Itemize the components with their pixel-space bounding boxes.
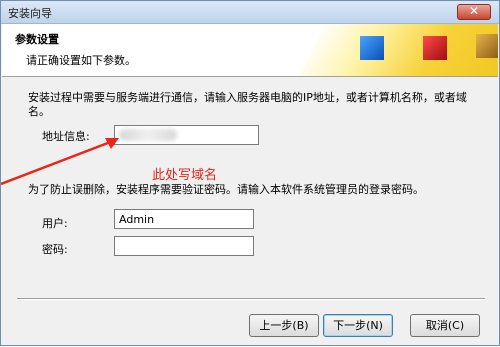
footer-divider <box>17 298 485 300</box>
cancel-button[interactable]: 取消(C) <box>410 314 480 337</box>
user-label: 用户: <box>42 217 68 230</box>
next-button[interactable]: 下一步(N) <box>323 314 393 337</box>
installer-window: 安装向导 ✕ 参数设置 请正确设置如下参数。 安装过程中需要与服务端进行通信，请… <box>0 0 500 346</box>
password-label: 密码: <box>42 243 68 256</box>
annotation-arrow <box>1 138 119 186</box>
back-button[interactable]: 上一步(B) <box>249 314 319 337</box>
annotation-text: 此处写域名 <box>152 168 218 183</box>
auth-description: 为了防止误删除，安装程序需要验证密码。请输入本软件系统管理员的登录密码。 <box>28 183 424 196</box>
password-input[interactable] <box>114 236 254 256</box>
user-value: Admin <box>119 213 155 226</box>
user-input[interactable]: Admin <box>114 209 254 229</box>
